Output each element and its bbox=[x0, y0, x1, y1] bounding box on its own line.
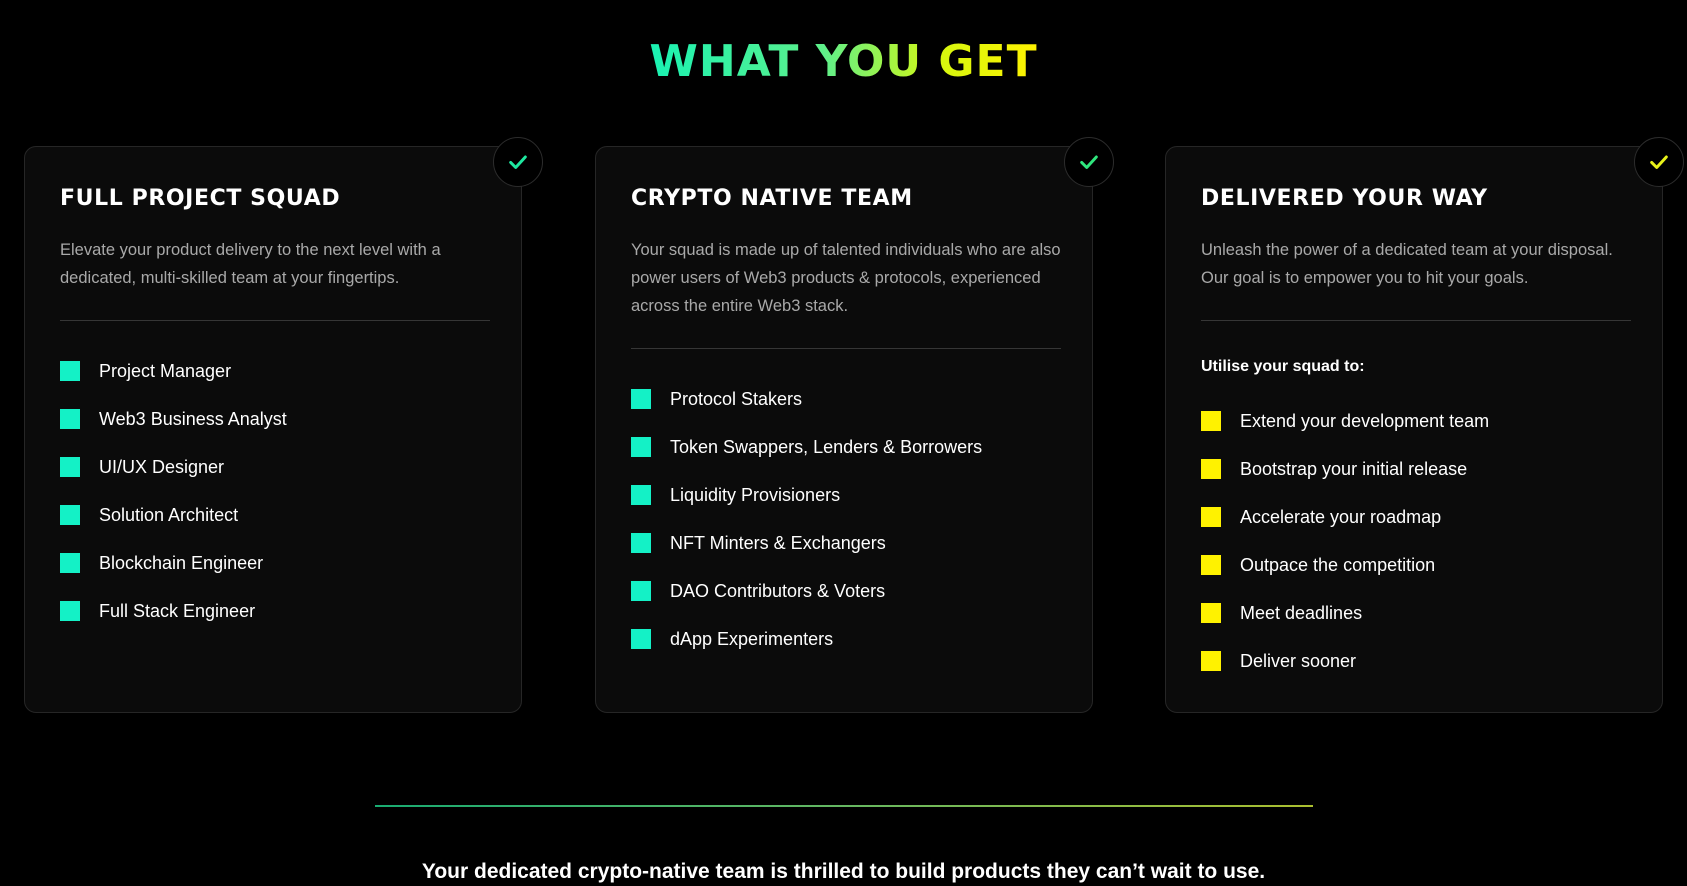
feature-list: Project Manager Web3 Business Analyst UI… bbox=[60, 357, 490, 625]
list-item: Liquidity Provisioners bbox=[631, 481, 1061, 509]
card-badge bbox=[1064, 137, 1114, 187]
square-bullet-icon bbox=[60, 457, 80, 477]
list-item-label: Protocol Stakers bbox=[670, 389, 803, 409]
list-item-label: Deliver sooner bbox=[1240, 651, 1357, 671]
list-item-label: Meet deadlines bbox=[1240, 603, 1363, 623]
checkmark-icon bbox=[1080, 155, 1098, 169]
card-subheading: Utilise your squad to: bbox=[1201, 358, 1365, 375]
square-bullet-icon bbox=[60, 505, 80, 525]
list-item-label: Outpace the competition bbox=[1240, 555, 1436, 575]
card-divider bbox=[60, 320, 490, 321]
card-content: DELIVERED YOUR WAY Unleash the power of … bbox=[1201, 185, 1631, 695]
list-item: Solution Architect bbox=[60, 501, 490, 529]
list-item: UI/UX Designer bbox=[60, 453, 490, 481]
square-bullet-icon bbox=[631, 581, 651, 601]
list-item: Web3 Business Analyst bbox=[60, 405, 490, 433]
square-bullet-icon bbox=[1201, 459, 1221, 479]
card-divider bbox=[1201, 320, 1631, 321]
list-item-label: Token Swappers, Lenders & Borrowers bbox=[670, 437, 983, 457]
list-item: Bootstrap your initial release bbox=[1201, 455, 1631, 483]
list-item: Meet deadlines bbox=[1201, 599, 1631, 627]
square-bullet-icon bbox=[631, 533, 651, 553]
square-bullet-icon bbox=[60, 409, 80, 429]
list-item-label: Liquidity Provisioners bbox=[670, 485, 841, 505]
list-item-label: Accelerate your roadmap bbox=[1240, 507, 1442, 527]
card-description: Your squad is made up of talented indivi… bbox=[631, 241, 1061, 315]
list-item-label: UI/UX Designer bbox=[99, 457, 225, 477]
list-item: Token Swappers, Lenders & Borrowers bbox=[631, 433, 1061, 461]
list-item: Extend your development team bbox=[1201, 407, 1631, 435]
square-bullet-icon bbox=[1201, 651, 1221, 671]
list-item: NFT Minters & Exchangers bbox=[631, 529, 1061, 557]
card-title: DELIVERED YOUR WAY bbox=[1201, 186, 1488, 211]
square-bullet-icon bbox=[60, 553, 80, 573]
list-item: DAO Contributors & Voters bbox=[631, 577, 1061, 605]
list-item-label: Web3 Business Analyst bbox=[99, 409, 287, 429]
list-item-label: DAO Contributors & Voters bbox=[670, 581, 886, 601]
card-title: FULL PROJECT SQUAD bbox=[60, 186, 341, 211]
card-description: Elevate your product delivery to the nex… bbox=[60, 241, 441, 287]
footer-tagline: Your dedicated crypto-native team is thr… bbox=[421, 860, 1266, 883]
square-bullet-icon bbox=[1201, 555, 1221, 575]
square-bullet-icon bbox=[631, 437, 651, 457]
list-item: Deliver sooner bbox=[1201, 647, 1631, 675]
checkmark-icon bbox=[509, 155, 527, 169]
square-bullet-icon bbox=[1201, 603, 1221, 623]
list-item: Outpace the competition bbox=[1201, 551, 1631, 579]
list-item-label: Full Stack Engineer bbox=[99, 601, 256, 621]
square-bullet-icon bbox=[1201, 507, 1221, 527]
list-item: dApp Experimenters bbox=[631, 625, 1061, 653]
list-item: Accelerate your roadmap bbox=[1201, 503, 1631, 531]
card-description: Unleash the power of a dedicated team at… bbox=[1201, 241, 1613, 287]
checkmark-path bbox=[509, 155, 527, 169]
checkmark-path bbox=[1650, 155, 1668, 169]
square-bullet-icon bbox=[60, 361, 80, 381]
card-crypto-native-team: CRYPTO NATIVE TEAM Your squad is made up… bbox=[595, 137, 1114, 713]
feature-list: Protocol Stakers Token Swappers, Lenders… bbox=[631, 385, 1061, 653]
square-bullet-icon bbox=[60, 601, 80, 621]
list-item-label: Project Manager bbox=[99, 361, 232, 381]
list-item: Protocol Stakers bbox=[631, 385, 1061, 413]
checkmark-path bbox=[1080, 155, 1098, 169]
list-item: Full Stack Engineer bbox=[60, 597, 490, 625]
feature-list: Extend your development team Bootstrap y… bbox=[1201, 407, 1631, 675]
card-badge bbox=[493, 137, 543, 187]
card-content: CRYPTO NATIVE TEAM Your squad is made up… bbox=[631, 185, 1061, 673]
card-delivered-your-way: DELIVERED YOUR WAY Unleash the power of … bbox=[1165, 137, 1684, 713]
square-bullet-icon bbox=[631, 389, 651, 409]
square-bullet-icon bbox=[631, 629, 651, 649]
list-item-label: Extend your development team bbox=[1240, 411, 1490, 431]
footer-divider bbox=[375, 805, 1313, 807]
card-content: FULL PROJECT SQUAD Elevate your product … bbox=[60, 185, 490, 645]
square-bullet-icon bbox=[1201, 411, 1221, 431]
square-bullet-icon bbox=[631, 485, 651, 505]
list-item-label: Solution Architect bbox=[99, 505, 239, 525]
card-badge bbox=[1634, 137, 1684, 187]
list-item-label: dApp Experimenters bbox=[670, 629, 834, 649]
checkmark-icon bbox=[1650, 155, 1668, 169]
list-item: Project Manager bbox=[60, 357, 490, 385]
card-title: CRYPTO NATIVE TEAM bbox=[631, 186, 913, 211]
card-divider bbox=[631, 348, 1061, 349]
list-item-label: NFT Minters & Exchangers bbox=[670, 533, 886, 553]
list-item: Blockchain Engineer bbox=[60, 549, 490, 577]
list-item-label: Bootstrap your initial release bbox=[1240, 459, 1468, 479]
page-title-text: WHAT YOU GET bbox=[649, 36, 1038, 87]
list-item-label: Blockchain Engineer bbox=[99, 553, 264, 573]
page-title: WHAT YOU GET bbox=[0, 36, 1687, 88]
card-full-project-squad: FULL PROJECT SQUAD Elevate your product … bbox=[24, 137, 543, 713]
